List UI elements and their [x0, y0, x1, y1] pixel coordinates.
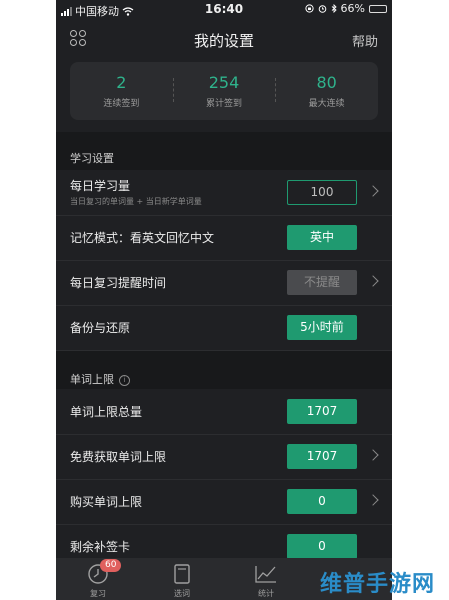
free-limit-value[interactable]: 1707 — [287, 444, 357, 469]
battery-icon — [369, 4, 387, 13]
chevron-right-icon[interactable] — [367, 185, 379, 197]
lock-rotation-icon — [304, 4, 314, 13]
alarm-icon — [318, 5, 326, 13]
page-title: 我的设置 — [193, 32, 254, 50]
row-free-limit[interactable]: 免费获取单词上限 1707 — [56, 434, 392, 480]
backup-button[interactable]: 5小时前 — [287, 315, 357, 340]
row-backup[interactable]: 备份与还原 5小时前 — [56, 305, 392, 351]
tab-stats[interactable]: 统计 — [224, 558, 308, 600]
stats-card: 2 连续签到 254 累计签到 80 最大连续 — [70, 62, 378, 120]
stat-total: 254 累计签到 — [172, 62, 276, 120]
chart-icon — [255, 566, 276, 583]
chevron-right-icon[interactable] — [367, 275, 379, 287]
row-limit-total[interactable]: 单词上限总量 1707 — [56, 389, 392, 435]
review-badge: 60 — [100, 559, 122, 572]
tab-select-words[interactable]: 选词 — [140, 558, 224, 600]
tab-review[interactable]: 60 复习 — [56, 558, 140, 600]
section-title: 学习设置 — [70, 152, 114, 165]
limit-total-value[interactable]: 1707 — [287, 399, 357, 424]
stat-value: 254 — [208, 73, 240, 92]
tab-label: 复习 — [90, 589, 106, 598]
row-memory-mode[interactable]: 记忆模式：看英文回忆中文 英中 — [56, 215, 392, 261]
book-icon — [174, 564, 190, 584]
stat-value: 80 — [316, 73, 337, 92]
status-right: 66% — [304, 2, 387, 15]
chevron-right-icon[interactable] — [367, 449, 379, 461]
phone-screen: 中国移动 16:40 66% 我的设置 帮助 2 连续签到 254 累计签到 8… — [56, 0, 392, 600]
tab-label: 统计 — [258, 589, 274, 598]
section-header-study: 学习设置 — [56, 132, 392, 170]
section-title: 单词上限 i — [70, 371, 130, 387]
row-buy-limit[interactable]: 购买单词上限 0 — [56, 479, 392, 525]
stat-max: 80 最大连续 — [275, 62, 378, 120]
row-daily-amount[interactable]: 每日学习量 当日复习的单词量 + 当日新学单词量 100 — [56, 170, 392, 216]
info-icon[interactable]: i — [119, 375, 130, 386]
row-label: 每日复习提醒时间 — [70, 276, 167, 290]
makeup-cards-value[interactable]: 0 — [287, 534, 357, 559]
row-reminder-time[interactable]: 每日复习提醒时间 不提醒 — [56, 260, 392, 306]
row-label: 购买单词上限 — [70, 495, 143, 509]
memory-mode-button[interactable]: 英中 — [287, 225, 357, 250]
stat-label: 连续签到 — [103, 99, 140, 109]
battery-percent: 66% — [340, 2, 365, 15]
bluetooth-icon — [331, 4, 337, 13]
nav-bar: 我的设置 帮助 — [56, 22, 392, 56]
row-label: 免费获取单词上限 — [70, 450, 167, 464]
stat-consecutive: 2 连续签到 — [70, 62, 173, 120]
chevron-right-icon[interactable] — [367, 494, 379, 506]
section-title-text: 单词上限 — [70, 373, 114, 386]
row-label: 记忆模式：看英文回忆中文 — [70, 231, 215, 245]
status-bar: 中国移动 16:40 66% — [56, 0, 392, 18]
watermark-logo: 维普手游网 — [320, 572, 436, 597]
row-label: 备份与还原 — [70, 321, 131, 335]
reminder-time-button[interactable]: 不提醒 — [287, 270, 357, 295]
daily-amount-input[interactable]: 100 — [287, 180, 357, 205]
section-header-limit: 单词上限 i — [56, 351, 392, 389]
help-button[interactable]: 帮助 — [352, 31, 378, 50]
stat-value: 2 — [116, 73, 127, 92]
row-label: 每日学习量 — [70, 179, 131, 193]
stat-label: 累计签到 — [206, 99, 243, 109]
row-sublabel: 当日复习的单词量 + 当日新学单词量 — [70, 197, 202, 206]
buy-limit-value[interactable]: 0 — [287, 489, 357, 514]
row-label: 单词上限总量 — [70, 405, 143, 419]
stat-label: 最大连续 — [308, 99, 345, 109]
tab-label: 选词 — [174, 589, 190, 598]
row-label: 剩余补签卡 — [70, 540, 131, 554]
